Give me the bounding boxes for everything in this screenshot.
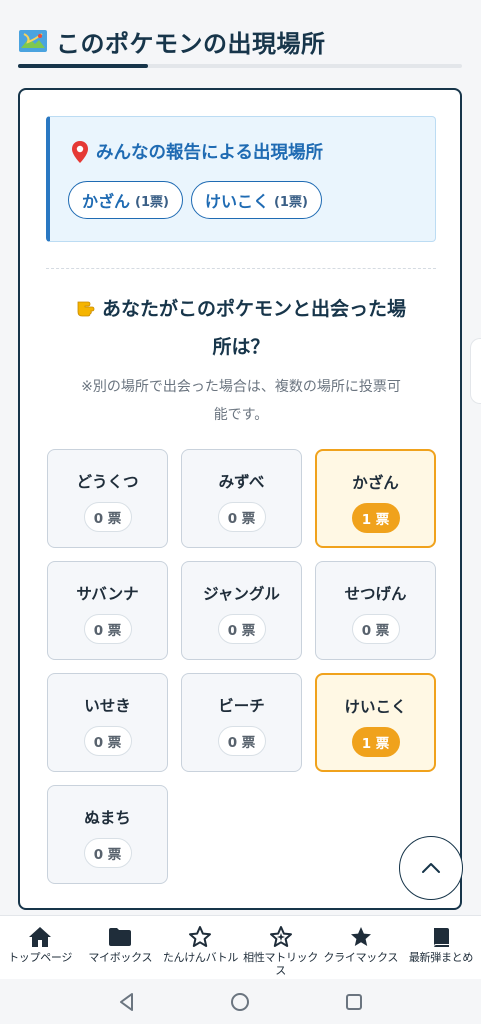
nav-label: クライマックス [323, 951, 399, 964]
pin-icon [70, 140, 90, 164]
nav-my-box[interactable]: マイボックス [80, 916, 160, 979]
location-name: ジャングル [203, 585, 280, 603]
vote-note: ※別の場所で出会った場合は、複数の場所に投票可 能です。 [46, 373, 436, 429]
vote-count-badge: 0 票 [217, 726, 266, 756]
report-title: みんなの報告による出現場所 [96, 143, 323, 163]
location-name: ぬまち [84, 809, 131, 827]
divider [46, 268, 436, 269]
star-outline-icon [189, 926, 212, 947]
location-name: かざん [352, 474, 399, 492]
vote-count-badge: 0 票 [217, 614, 266, 644]
nav-label: マイボックス [88, 951, 153, 964]
community-report-box: みんなの報告による出現場所 かざん (1票) けいこく (1票) [46, 116, 436, 242]
vote-count-badge: 1 票 [351, 503, 400, 533]
star-sparkle-icon [269, 926, 292, 947]
vote-count-badge: 1 票 [351, 727, 400, 757]
star-filled-icon [350, 927, 371, 946]
reported-tag[interactable]: かざん (1票) [68, 181, 183, 219]
scroll-to-top-button[interactable] [399, 836, 463, 900]
question-line-2: 所は？ [212, 336, 270, 358]
note-line-2: 能です。 [213, 407, 269, 423]
location-vote-button[interactable]: せつげん 0 票 [315, 561, 436, 660]
folder-icon [109, 928, 132, 946]
pointing-hand-icon [76, 293, 98, 317]
reported-tag-count: (1票) [273, 194, 308, 210]
location-vote-button[interactable]: けいこく 1 票 [315, 673, 436, 772]
location-card: みんなの報告による出現場所 かざん (1票) けいこく (1票) あなたがこのポ… [18, 88, 462, 910]
location-vote-button[interactable]: ビーチ 0 票 [181, 673, 302, 772]
nav-label: たんけんバトル [162, 951, 239, 964]
note-line-1: ※別の場所で出会った場合は、複数の場所に投票可 [81, 379, 401, 395]
section-title: このポケモンの出現場所 [56, 29, 326, 58]
question-line-1: あなたがこのポケモンと出会った場 [101, 298, 406, 320]
vote-count-badge: 0 票 [217, 502, 266, 532]
location-name: みずべ [218, 473, 265, 491]
location-vote-button[interactable]: ジャングル 0 票 [181, 561, 302, 660]
reported-tag-name: かざん [82, 192, 131, 211]
location-name: どうくつ [76, 473, 139, 491]
location-vote-button[interactable]: どうくつ 0 票 [47, 449, 168, 548]
nav-label: 最新弾まとめ [408, 951, 474, 964]
reported-tag[interactable]: けいこく (1票) [190, 181, 322, 219]
location-name: けいこく [344, 698, 407, 716]
location-name: せつげん [344, 585, 407, 603]
page: このポケモンの出現場所 みんなの報告による出現場所 かざん (1票) けいこく … [0, 0, 481, 915]
vote-count-badge: 0 票 [83, 502, 132, 532]
location-name: ビーチ [218, 697, 265, 715]
home-circle-icon[interactable] [230, 992, 250, 1012]
nav-exploration-battle[interactable]: たんけんバトル [160, 916, 240, 979]
chevron-up-icon [422, 863, 440, 873]
system-navigation-bar [0, 979, 481, 1024]
location-vote-button[interactable]: いせき 0 票 [47, 673, 168, 772]
home-icon [29, 927, 52, 947]
reported-location-tags: かざん (1票) けいこく (1票) [68, 181, 322, 219]
vote-count-badge: 0 票 [83, 726, 132, 756]
back-icon[interactable] [117, 992, 137, 1012]
nav-label: トップページ [8, 951, 73, 964]
vote-count-badge: 0 票 [83, 838, 132, 868]
section-header: このポケモンの出現場所 [18, 24, 462, 68]
reported-tag-count: (1票) [135, 194, 169, 210]
nav-label: 相性マトリックス [243, 951, 319, 977]
location-vote-button[interactable]: サバンナ 0 票 [47, 561, 168, 660]
vote-count-badge: 0 票 [351, 614, 400, 644]
location-vote-button[interactable]: かざん 1 票 [315, 449, 436, 548]
location-name: いせき [84, 697, 131, 715]
nav-top-page[interactable]: トップページ [0, 916, 80, 979]
location-vote-button[interactable]: みずべ 0 票 [181, 449, 302, 548]
location-name: サバンナ [76, 585, 139, 603]
map-icon [18, 28, 48, 54]
side-drawer-handle[interactable] [470, 338, 481, 404]
nav-climax[interactable]: クライマックス [321, 916, 401, 979]
recents-icon[interactable] [344, 992, 364, 1012]
vote-question: あなたがこのポケモンと出会った場 所は？ [46, 290, 436, 366]
section-underline [18, 64, 462, 68]
book-icon [433, 928, 449, 947]
vote-count-badge: 0 票 [83, 614, 132, 644]
bottom-navigation: トップページ マイボックス たんけんバトル 相性マトリックス クライマックス 最… [0, 915, 481, 979]
nav-type-matrix[interactable]: 相性マトリックス [241, 916, 321, 979]
location-vote-button[interactable]: ぬまち 0 票 [47, 785, 168, 884]
reported-tag-name: けいこく [204, 192, 269, 211]
nav-latest-summary[interactable]: 最新弾まとめ [401, 916, 481, 979]
